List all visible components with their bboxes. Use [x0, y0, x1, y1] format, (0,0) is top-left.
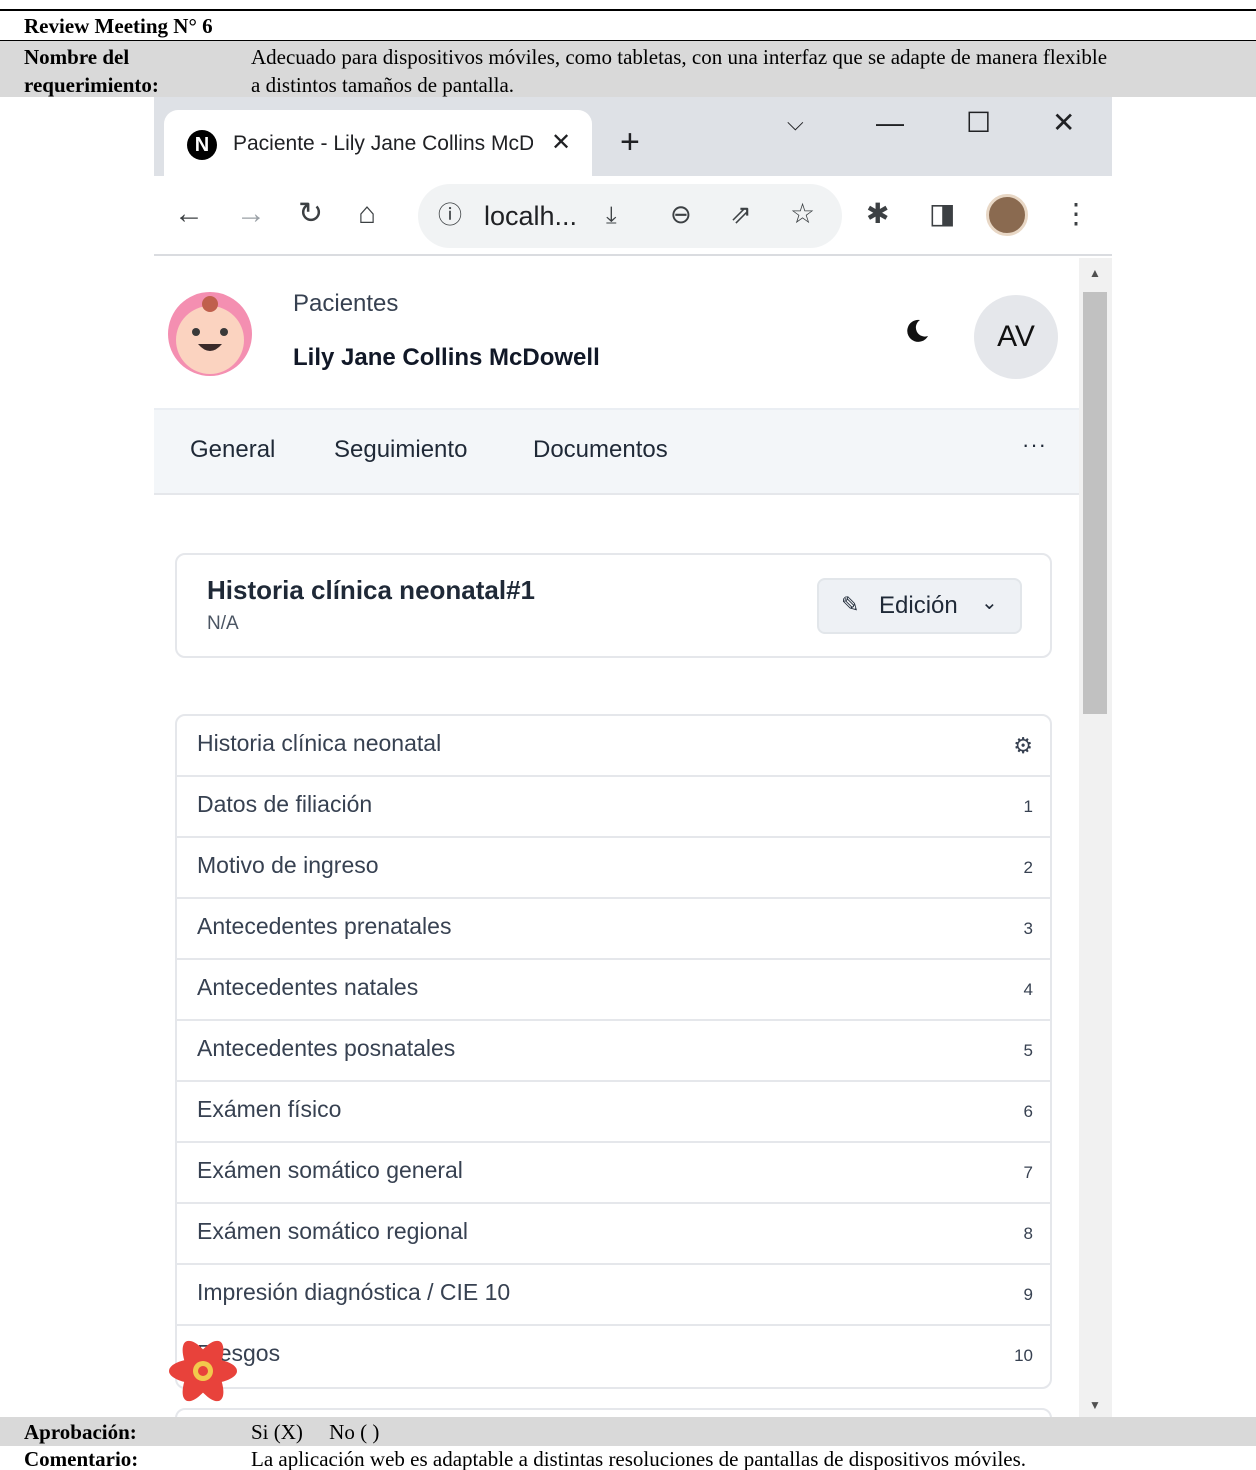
list-item-number: 3	[1023, 919, 1033, 938]
menu-icon[interactable]: ⋮	[1062, 194, 1090, 234]
list-item-number: 5	[1023, 1041, 1033, 1060]
browser-window: N Paciente - Lily Jane Collins McDowell …	[154, 97, 1112, 1417]
list-item[interactable]: Exámen somático regional 8	[177, 1204, 1050, 1265]
list-item[interactable]: Exámen somático general 7	[177, 1143, 1050, 1204]
nextjs-icon: N	[187, 130, 217, 160]
list-item-label: Motivo de ingreso	[197, 852, 379, 878]
breadcrumb[interactable]: Pacientes	[293, 290, 398, 318]
list-item[interactable]: Antecedentes posnatales 5	[177, 1021, 1050, 1082]
browser-tab[interactable]: N Paciente - Lily Jane Collins McDowell …	[164, 110, 592, 176]
back-icon[interactable]: ←	[174, 194, 204, 234]
tab-strip: N Paciente - Lily Jane Collins McDowell …	[154, 97, 1112, 176]
next-card	[175, 1408, 1052, 1417]
requirement-row: Nombre del Adecuado para dispositivos mó…	[0, 41, 1256, 97]
list-item-label: Exámen somático regional	[197, 1218, 469, 1244]
user-avatar[interactable]: AV	[974, 295, 1058, 379]
tab-search-icon[interactable]: ⌵	[787, 103, 804, 143]
page-title: Lily Jane Collins McDowell	[293, 344, 600, 371]
edit-button[interactable]: ✎ Edición ⌄	[817, 578, 1022, 634]
list-item-number: 8	[1023, 1224, 1033, 1243]
info-icon[interactable]: ⓘ	[438, 199, 462, 233]
list-item-number: 6	[1023, 1102, 1033, 1121]
chevron-down-icon: ⌄	[981, 592, 998, 614]
list-item-number: 7	[1023, 1163, 1033, 1182]
list-item[interactable]: Antecedentes natales 4	[177, 960, 1050, 1021]
list-item-label: Exámen somático general	[197, 1157, 463, 1183]
tab-documentos[interactable]: Documentos	[533, 436, 668, 464]
list-header: Historia clínica neonatal ⚙	[177, 716, 1050, 777]
edit-label: Edición	[879, 592, 958, 619]
tab-seguimiento[interactable]: Seguimiento	[334, 436, 467, 464]
record-title: Historia clínica neonatal#1	[207, 575, 536, 605]
side-panel-icon[interactable]: ◨	[929, 194, 955, 234]
gear-icon[interactable]: ⚙	[1013, 733, 1033, 759]
record-card: Historia clínica neonatal#1 N/A ✎ Edició…	[175, 553, 1052, 658]
list-item-number: 10	[1014, 1346, 1033, 1365]
requirement-text-2: a distintos tamaños de pantalla.	[251, 73, 515, 97]
approval-label: Aprobación:	[24, 1420, 137, 1444]
list-item-label: Antecedentes prenatales	[197, 913, 452, 939]
profile-avatar[interactable]	[986, 194, 1028, 236]
list-item-label: Antecedentes posnatales	[197, 1035, 456, 1061]
browser-toolbar: ← → ↻ ⌂ ⓘ localh... ⤓ ⊖ ⇗ ☆ ✱ ◨ ⋮	[154, 176, 1112, 256]
tab-title: Paciente - Lily Jane Collins McDowell	[233, 132, 533, 155]
list-item[interactable]: Antecedentes prenatales 3	[177, 899, 1050, 960]
list-item-number: 9	[1023, 1285, 1033, 1304]
requirement-text-1: Adecuado para dispositivos móviles, como…	[251, 45, 1108, 69]
list-item-number: 4	[1023, 980, 1033, 999]
list-item-number: 1	[1023, 797, 1033, 816]
comment-text: La aplicación web es adaptable a distint…	[251, 1447, 1027, 1470]
scroll-down-icon[interactable]: ▼	[1089, 1398, 1101, 1412]
list-item[interactable]: Motivo de ingreso 2	[177, 838, 1050, 899]
more-icon[interactable]: ···	[1022, 432, 1047, 458]
list-item-number: 2	[1023, 858, 1033, 877]
patient-header: Pacientes Lily Jane Collins McDowell AV	[154, 258, 1079, 410]
list-item-label: Antecedentes natales	[197, 974, 419, 1000]
react-devtools-icon[interactable]	[166, 1339, 240, 1403]
doc-top-rule	[0, 9, 1256, 11]
approval-value: Si (X) No ( )	[251, 1420, 380, 1444]
baby-avatar	[168, 292, 252, 376]
list-item-label: Exámen físico	[197, 1096, 342, 1122]
list-item[interactable]: Impresión diagnóstica / CIE 10 9	[177, 1265, 1050, 1326]
zoom-out-icon[interactable]: ⊖	[670, 198, 692, 230]
scrollbar[interactable]: ▲ ▼	[1079, 258, 1112, 1417]
scroll-up-icon[interactable]: ▲	[1089, 266, 1101, 280]
minimize-icon[interactable]: —	[876, 103, 904, 143]
scroll-thumb[interactable]	[1083, 292, 1107, 714]
section-tabs: General Seguimiento Documentos ···	[154, 410, 1079, 495]
star-icon[interactable]: ☆	[790, 196, 815, 232]
forward-icon[interactable]: →	[236, 194, 266, 234]
tab-general[interactable]: General	[190, 436, 275, 464]
list-item-label: Impresión diagnóstica / CIE 10	[197, 1279, 511, 1305]
requirement-label-1: Nombre del	[24, 45, 130, 69]
list-item[interactable]: Exámen físico 6	[177, 1082, 1050, 1143]
new-tab-icon[interactable]: +	[620, 125, 640, 159]
extensions-icon[interactable]: ✱	[866, 194, 889, 234]
close-tab-icon[interactable]: ✕	[551, 128, 571, 158]
doc-title: Review Meeting N° 6	[24, 14, 213, 38]
approval-row: Aprobación: Si (X) No ( )	[0, 1417, 1256, 1446]
comment-label: Comentario:	[24, 1447, 139, 1470]
list-item[interactable]: Datos de filiación 1	[177, 777, 1050, 838]
reload-icon[interactable]: ↻	[298, 194, 323, 234]
install-icon[interactable]: ⤓	[606, 200, 617, 232]
moon-icon[interactable]	[904, 318, 930, 351]
edit-icon: ✎	[841, 592, 860, 617]
url-text: localh...	[484, 201, 578, 231]
record-subtitle: N/A	[207, 613, 239, 634]
requirement-label-2: requerimiento:	[24, 73, 159, 97]
maximize-icon[interactable]: ☐	[966, 103, 991, 143]
close-window-icon[interactable]: ✕	[1052, 103, 1075, 143]
list-item-label: Datos de filiación	[197, 791, 373, 817]
address-bar[interactable]: ⓘ localh... ⤓ ⊖ ⇗ ☆	[418, 184, 842, 248]
share-icon[interactable]: ⇗	[730, 198, 752, 230]
section-list: Historia clínica neonatal ⚙ Datos de fil…	[175, 714, 1052, 1389]
web-page: Pacientes Lily Jane Collins McDowell AV …	[154, 258, 1079, 1417]
list-header-label: Historia clínica neonatal	[197, 730, 442, 756]
list-item[interactable]: Riesgos 10	[177, 1326, 1050, 1387]
home-icon[interactable]: ⌂	[358, 194, 376, 234]
